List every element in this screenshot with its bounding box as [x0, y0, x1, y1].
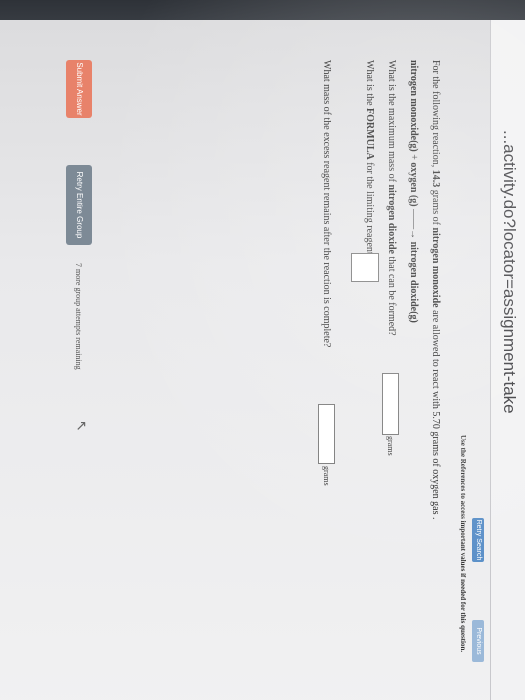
equation-product: nitrogen dioxide(g) — [408, 241, 419, 323]
toolbar-area: Retry Search Previous Use the References… — [459, 20, 491, 700]
intro-pre: For the following reaction, — [430, 60, 441, 170]
equation-arrow: ——→ — [408, 206, 419, 242]
equation-reactant-1: nitrogen monoxide(g) — [408, 60, 419, 152]
q2-pre: What is the — [364, 60, 375, 109]
question-2: What is the FORMULA for the limiting rea… — [364, 60, 375, 259]
q1-pre: What is the maximum mass of — [386, 60, 397, 185]
attempts-remaining: 7 more group attempts remaining — [74, 263, 83, 370]
equation-plus: + — [408, 151, 419, 163]
references-note: Use the References to access important v… — [459, 435, 467, 653]
address-bar[interactable]: ...activity.do?locator=assignment-take — [490, 20, 525, 700]
q1-post: that can be formed? — [386, 253, 397, 336]
q1-bold: nitrogen dioxide — [386, 184, 397, 254]
q2-post: for the limiting reagent? — [364, 159, 375, 260]
reaction-equation: nitrogen monoxide(g) + oxygen (g) ——→ ni… — [408, 60, 419, 323]
question-3: What mass of the excess reagent remains … — [321, 60, 332, 348]
q1-unit: grams — [386, 436, 395, 456]
excess-mass-input[interactable] — [318, 404, 335, 464]
photo-background: ...activity.do?locator=assignment-take R… — [0, 0, 525, 700]
max-mass-input[interactable] — [382, 373, 399, 435]
intro-mid2: are allowed to react with 5.70 grams of … — [430, 307, 441, 520]
equation-reactant-2: oxygen (g) — [408, 162, 419, 207]
retry-group-button[interactable]: Retry Entire Group — [66, 165, 92, 245]
intro-mid1: grams of — [430, 187, 441, 228]
q2-bold: FORMULA — [364, 108, 375, 160]
question-intro: For the following reaction, 14.3 grams o… — [430, 60, 441, 519]
browser-screen: ...activity.do?locator=assignment-take R… — [0, 20, 525, 700]
submit-answer-button[interactable]: Submit Answer — [66, 60, 92, 118]
question-1: What is the maximum mass of nitrogen dio… — [386, 60, 397, 336]
mouse-cursor-icon: ↖ — [73, 420, 88, 432]
toolbar-button-2[interactable]: Previous — [472, 620, 484, 662]
intro-reactant: nitrogen monoxide — [430, 227, 441, 308]
intro-mass: 14.3 — [430, 169, 441, 188]
q3-unit: grams — [322, 466, 331, 486]
url-text: ...activity.do?locator=assignment-take — [500, 130, 519, 414]
toolbar-button-1[interactable]: Retry Search — [472, 518, 484, 562]
limiting-reagent-input[interactable] — [351, 253, 379, 282]
